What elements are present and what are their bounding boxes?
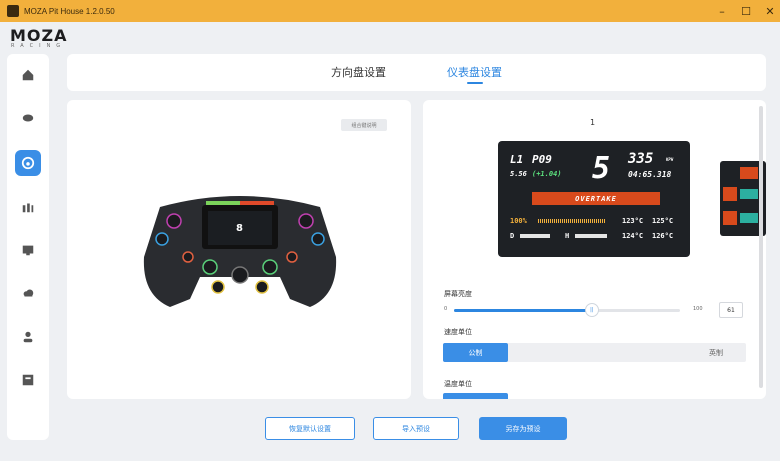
import-preset-button[interactable]: 导入预设	[373, 417, 459, 440]
key-combo-help-button[interactable]: 组合键说明	[341, 119, 387, 131]
sidebar-item-cloud[interactable]	[15, 280, 41, 306]
dash-temp-3: 124°C	[622, 232, 644, 240]
dash-temp-1: 123°C	[622, 217, 644, 225]
dashboard-page-number: 1	[590, 118, 596, 127]
brand-subtitle: RACING	[11, 43, 67, 49]
dash-gear: 5	[592, 151, 611, 186]
brightness-slider-handle[interactable]: ||	[584, 303, 599, 317]
pedals-icon	[22, 203, 34, 213]
sidebar-item-base[interactable]	[15, 105, 41, 131]
dash-delta: (+1.04)	[532, 170, 562, 178]
brightness-label: 屏幕亮度	[444, 290, 472, 298]
brightness-max: 100	[693, 306, 703, 312]
dash-h-bar	[575, 234, 607, 238]
steering-wheel-icon	[21, 156, 35, 170]
active-tab-indicator	[467, 82, 483, 84]
window-title: MOZA Pit House 1.2.0.50	[24, 6, 115, 16]
dash-speed-unit: KPH	[666, 157, 674, 162]
brightness-min: 0	[444, 306, 448, 312]
app-icon	[7, 5, 19, 17]
dash-position: P09	[532, 153, 552, 166]
reset-defaults-button[interactable]: 恢复默认设置	[265, 417, 355, 440]
wheelbase-icon	[22, 114, 34, 122]
minimize-button[interactable]: –	[710, 0, 734, 22]
temp-unit-toggle[interactable]	[443, 393, 508, 399]
firmware-icon	[22, 374, 34, 386]
save-as-preset-button[interactable]: 另存为预设	[479, 417, 567, 440]
tab-wheel-settings[interactable]: 方向盘设置	[331, 64, 386, 80]
speed-unit-label: 速度单位	[444, 328, 472, 336]
sidebar-item-home[interactable]	[15, 62, 41, 88]
sidebar-item-wheel[interactable]	[15, 150, 41, 176]
brightness-slider[interactable]	[454, 309, 680, 312]
dashboard-preview[interactable]: L1 P09 5 335 KPH 5.56 (+1.04) 04:65.318 …	[498, 141, 690, 257]
tab-bar: 方向盘设置 仪表盘设置	[67, 54, 766, 91]
dash-speed: 335	[628, 151, 654, 167]
dash-d-label: D	[510, 232, 515, 240]
dash-d-bar	[520, 234, 550, 238]
brightness-value-input[interactable]: 61	[719, 302, 743, 318]
scrollbar-thumb[interactable]	[759, 106, 763, 388]
speed-unit-toggle: 公制 英制	[443, 343, 746, 362]
dash-laptime: 04:65.318	[628, 170, 672, 179]
dash-fuel-bar	[538, 219, 606, 223]
user-icon	[23, 331, 33, 343]
title-bar: MOZA Pit House 1.2.0.50 – ☐ ✕	[0, 0, 780, 22]
tab-dashboard-settings[interactable]: 仪表盘设置	[447, 64, 502, 80]
display-icon	[22, 245, 34, 256]
brightness-slider-fill	[454, 309, 592, 312]
speed-unit-metric[interactable]: 公制	[443, 343, 508, 362]
sidebar-item-display[interactable]	[15, 237, 41, 263]
dashboard-settings-panel: 1 L1 P09 5 335 KPH 5.56 (+1.04) 04:65.31…	[423, 100, 766, 399]
sidebar-item-pedals[interactable]	[15, 194, 41, 220]
dash-temp-2: 125°C	[652, 217, 674, 225]
cloud-icon	[23, 289, 34, 297]
dash-overtake-banner: OVERTAKE	[532, 192, 660, 205]
sidebar-item-firmware[interactable]	[15, 367, 41, 393]
dash-gap: 5.56	[510, 170, 527, 178]
maximize-button[interactable]: ☐	[734, 0, 758, 22]
logo-bar: MOZA RACING	[0, 22, 780, 54]
sidebar-item-profile[interactable]	[15, 324, 41, 350]
dash-h-label: H	[565, 232, 570, 240]
close-button[interactable]: ✕	[758, 0, 780, 22]
dash-fuel: 100%	[510, 217, 527, 225]
svg-text:8: 8	[236, 223, 243, 234]
wheel-preview-panel: 组合键说明 8	[67, 100, 411, 399]
steering-wheel-image: 8	[143, 196, 337, 307]
dash-temp-4: 126°C	[652, 232, 674, 240]
home-icon	[22, 69, 34, 81]
speed-unit-imperial[interactable]: 英制	[704, 343, 728, 362]
sidebar	[7, 54, 49, 440]
dash-lap: L1	[510, 153, 524, 166]
temp-unit-label: 温度单位	[444, 380, 472, 388]
